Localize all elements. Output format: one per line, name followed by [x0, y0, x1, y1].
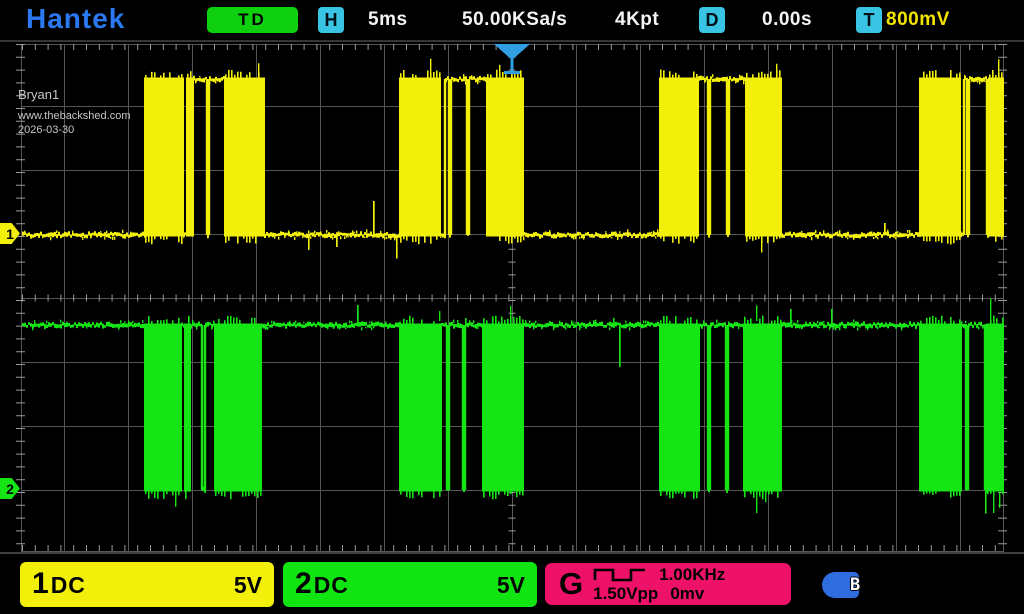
sample-rate-value: 50.00KSa/s — [462, 9, 567, 31]
trigger-badge: T — [856, 7, 882, 33]
brand-logo: Hantek — [26, 3, 125, 35]
bottom-status-bar: 1 DC 5V 2 DC 5V G 1.00KHz 1 — [0, 554, 1024, 614]
trigger-level-value: 800mV — [886, 9, 950, 31]
generator-amplitude: 1.50Vpp — [593, 584, 658, 603]
channel1-scale: 5V — [234, 572, 262, 599]
channel2-scale: 5V — [497, 572, 525, 599]
channel2-settings-box: 2 DC 5V — [283, 562, 537, 607]
channel1-marker-label: 1 — [6, 226, 14, 242]
generator-label: G — [559, 566, 583, 602]
generator-frequency: 1.00KHz — [659, 565, 725, 584]
generator-offset: 0mv — [670, 584, 704, 603]
trigger-status-badge: TD — [207, 7, 298, 33]
channel2-marker-label: 2 — [6, 481, 14, 497]
square-wave-icon — [593, 567, 647, 582]
channel1-number: 1 — [32, 562, 49, 606]
channel2-coupling: DC — [314, 572, 349, 599]
memory-depth-value: 4Kpt — [615, 9, 659, 31]
generator-settings-box: G 1.00KHz 1.50Vpp 0mv — [545, 563, 791, 605]
usb-device-indicator: B — [822, 571, 874, 599]
channel1-settings-box: 1 DC 5V — [20, 562, 274, 607]
horizontal-badge: H — [318, 7, 344, 33]
timebase-value: 5ms — [368, 9, 408, 31]
waveform-display-area: Bryan1 www.thebackshed.com 2026-03-30 1 … — [0, 40, 1024, 554]
delay-badge: D — [699, 7, 725, 33]
waveform-plot — [0, 42, 1024, 552]
trigger-position-marker — [493, 43, 531, 79]
usb-indicator-label: B — [850, 575, 860, 595]
channel2-number: 2 — [295, 562, 312, 606]
horizontal-offset-value: 0.00s — [762, 9, 812, 31]
oscilloscope-screen: Hantek TD H 5ms 50.00KSa/s 4Kpt D 0.00s … — [0, 0, 1024, 614]
channel1-coupling: DC — [51, 572, 86, 599]
top-status-bar: Hantek TD H 5ms 50.00KSa/s 4Kpt D 0.00s … — [0, 0, 1024, 40]
generator-readout: 1.00KHz 1.50Vpp 0mv — [593, 565, 725, 603]
